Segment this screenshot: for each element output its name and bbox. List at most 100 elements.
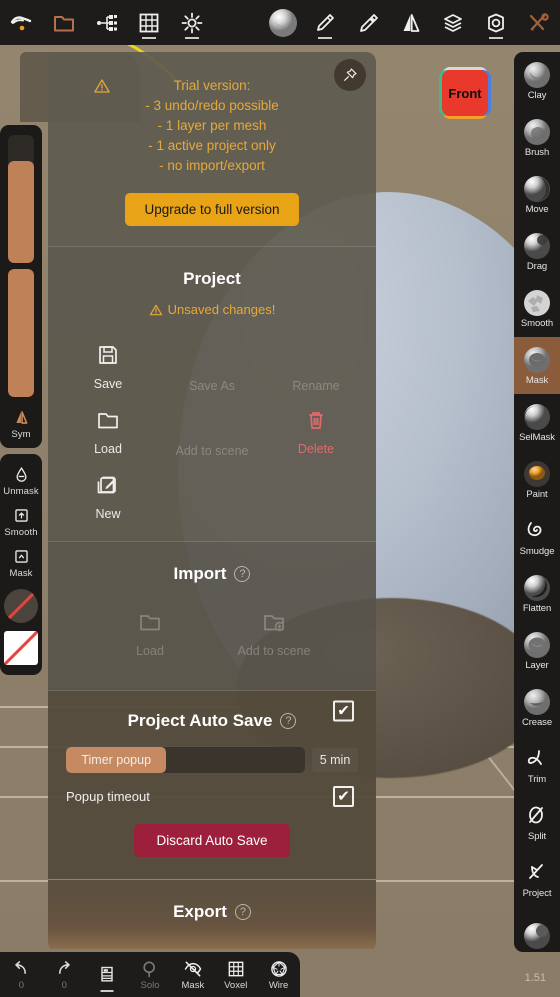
autosave-heading-row: Project Auto Save ? ✔ <box>48 691 376 731</box>
orientation-cube-face[interactable]: Front <box>442 70 488 116</box>
active-underline <box>318 37 333 39</box>
sym-button[interactable]: Sym <box>0 403 42 444</box>
mask-ball-icon <box>523 346 551 374</box>
left-sidebar-tools-group: Unmask Smooth Mask <box>0 454 42 675</box>
mirror-icon[interactable] <box>389 0 432 45</box>
light-icon[interactable] <box>171 0 214 45</box>
popup-timeout-checkbox[interactable]: ✔ <box>333 786 354 807</box>
import-heading: Import ? <box>48 542 376 584</box>
wire-button[interactable]: Wire <box>257 952 300 997</box>
project-icon <box>523 859 551 887</box>
tool-clay[interactable]: Clay <box>514 52 560 109</box>
undo-button[interactable]: 0 <box>0 952 43 997</box>
tool-layer[interactable]: Layer <box>514 622 560 679</box>
tool-label: Smudge <box>519 545 555 557</box>
help-icon[interactable]: ? <box>234 904 251 920</box>
left-sidebar: Sym Unmask Smooth Mask <box>0 125 42 681</box>
save-button[interactable]: Save <box>56 339 160 395</box>
solo-button[interactable]: Solo <box>129 952 172 997</box>
scene-icon[interactable] <box>0 0 43 45</box>
add-to-scene-label: Add to scene <box>175 444 249 458</box>
delete-button[interactable]: Delete <box>264 404 368 460</box>
material-swatch-round[interactable] <box>4 589 38 623</box>
layers-icon[interactable] <box>432 0 475 45</box>
settings-icon[interactable] <box>475 0 518 45</box>
eye-off-icon <box>184 961 202 976</box>
project-section: Project Unsaved changes! Save Save As Re… <box>48 246 376 541</box>
topology-icon[interactable] <box>85 0 128 45</box>
tool-mask[interactable]: Mask <box>514 337 560 394</box>
tool-paint[interactable]: Paint <box>514 451 560 508</box>
drop-icon <box>15 466 27 482</box>
tool-smudge[interactable]: Smudge <box>514 508 560 565</box>
tool-split[interactable]: Split <box>514 793 560 850</box>
upgrade-button[interactable]: Upgrade to full version <box>125 193 299 226</box>
mask-button[interactable]: Mask <box>0 542 42 583</box>
mask-label: Mask <box>9 568 33 579</box>
box-up-icon <box>14 509 28 522</box>
extra-ball-icon <box>523 922 551 950</box>
tool-crease[interactable]: Crease <box>514 679 560 736</box>
flatten-ball-icon <box>523 574 551 602</box>
new-button[interactable]: New <box>56 469 160 523</box>
version-label: 1.51 <box>524 972 546 984</box>
unmask-button[interactable]: Unmask <box>0 460 42 501</box>
grid-icon[interactable] <box>128 0 171 45</box>
autosave-checkbox[interactable]: ✔ <box>333 700 354 722</box>
mask-toggle-button[interactable]: Mask <box>171 952 214 997</box>
wireframe-icon <box>270 960 287 977</box>
discard-auto-save-button[interactable]: Discard Auto Save <box>134 824 290 857</box>
timer-popup-slider[interactable]: Timer popup <box>66 747 305 773</box>
paint-ball-icon <box>523 460 551 488</box>
save-as-label: Save As <box>189 379 235 393</box>
add-to-scene-button[interactable]: Add to scene <box>160 404 264 460</box>
tool-label: Move <box>525 203 549 215</box>
tool-label: Drag <box>526 260 548 272</box>
tool-trim[interactable]: Trim <box>514 736 560 793</box>
material-swatch-square[interactable] <box>4 631 38 665</box>
brush-size-slider[interactable] <box>8 135 34 263</box>
tool-selmask[interactable]: SelMask <box>514 394 560 451</box>
subdivision-button[interactable] <box>86 952 129 997</box>
slider-fill <box>8 269 34 397</box>
rename-button[interactable]: Rename <box>264 339 368 395</box>
tool-drag[interactable]: Drag <box>514 223 560 280</box>
orientation-cube[interactable]: Front <box>442 70 488 116</box>
help-icon[interactable]: ? <box>234 566 251 582</box>
drag-ball-icon <box>523 232 551 260</box>
import-add-to-scene-button[interactable]: Add to scene <box>212 606 336 660</box>
import-load-button[interactable]: Load <box>88 606 212 660</box>
popup-timeout-label: Popup timeout <box>66 789 150 804</box>
tool-smooth[interactable]: Smooth <box>514 280 560 337</box>
tool-project[interactable]: Project <box>514 850 560 907</box>
redo-button[interactable]: 0 <box>43 952 86 997</box>
folder-icon[interactable] <box>43 0 86 45</box>
voxel-button[interactable]: Voxel <box>214 952 257 997</box>
crease-ball-icon <box>523 688 551 716</box>
unsaved-changes-text: Unsaved changes! <box>167 302 276 317</box>
tools-icon[interactable] <box>517 0 560 45</box>
smooth-button[interactable]: Smooth <box>0 501 42 542</box>
timer-popup-value[interactable]: 5 min <box>312 748 358 772</box>
tool-move[interactable]: Move <box>514 166 560 223</box>
pin-button[interactable] <box>334 59 366 91</box>
load-button[interactable]: Load <box>56 404 160 460</box>
tool-flatten[interactable]: Flatten <box>514 565 560 622</box>
tool-label: Brush <box>524 146 550 158</box>
stamp-icon[interactable] <box>347 0 390 45</box>
popup-timeout-row: Popup timeout ✔ <box>48 773 376 807</box>
save-as-button[interactable]: Save As <box>160 339 264 395</box>
timer-popup-row: Timer popup 5 min <box>48 731 376 773</box>
brush-intensity-slider[interactable] <box>8 269 34 397</box>
empty-cell <box>160 469 264 523</box>
unmask-label: Unmask <box>3 486 39 497</box>
tool-extra[interactable] <box>514 907 560 952</box>
app-root: Front Sym Unmask Smooth Mask Clay Brush … <box>0 0 560 997</box>
material-icon[interactable] <box>262 0 305 45</box>
import-load-label: Load <box>136 644 164 658</box>
help-icon[interactable]: ? <box>280 713 297 729</box>
smooth-label: Smooth <box>4 527 38 538</box>
active-underline <box>184 37 199 39</box>
tool-brush[interactable]: Brush <box>514 109 560 166</box>
brush-icon[interactable] <box>304 0 347 45</box>
